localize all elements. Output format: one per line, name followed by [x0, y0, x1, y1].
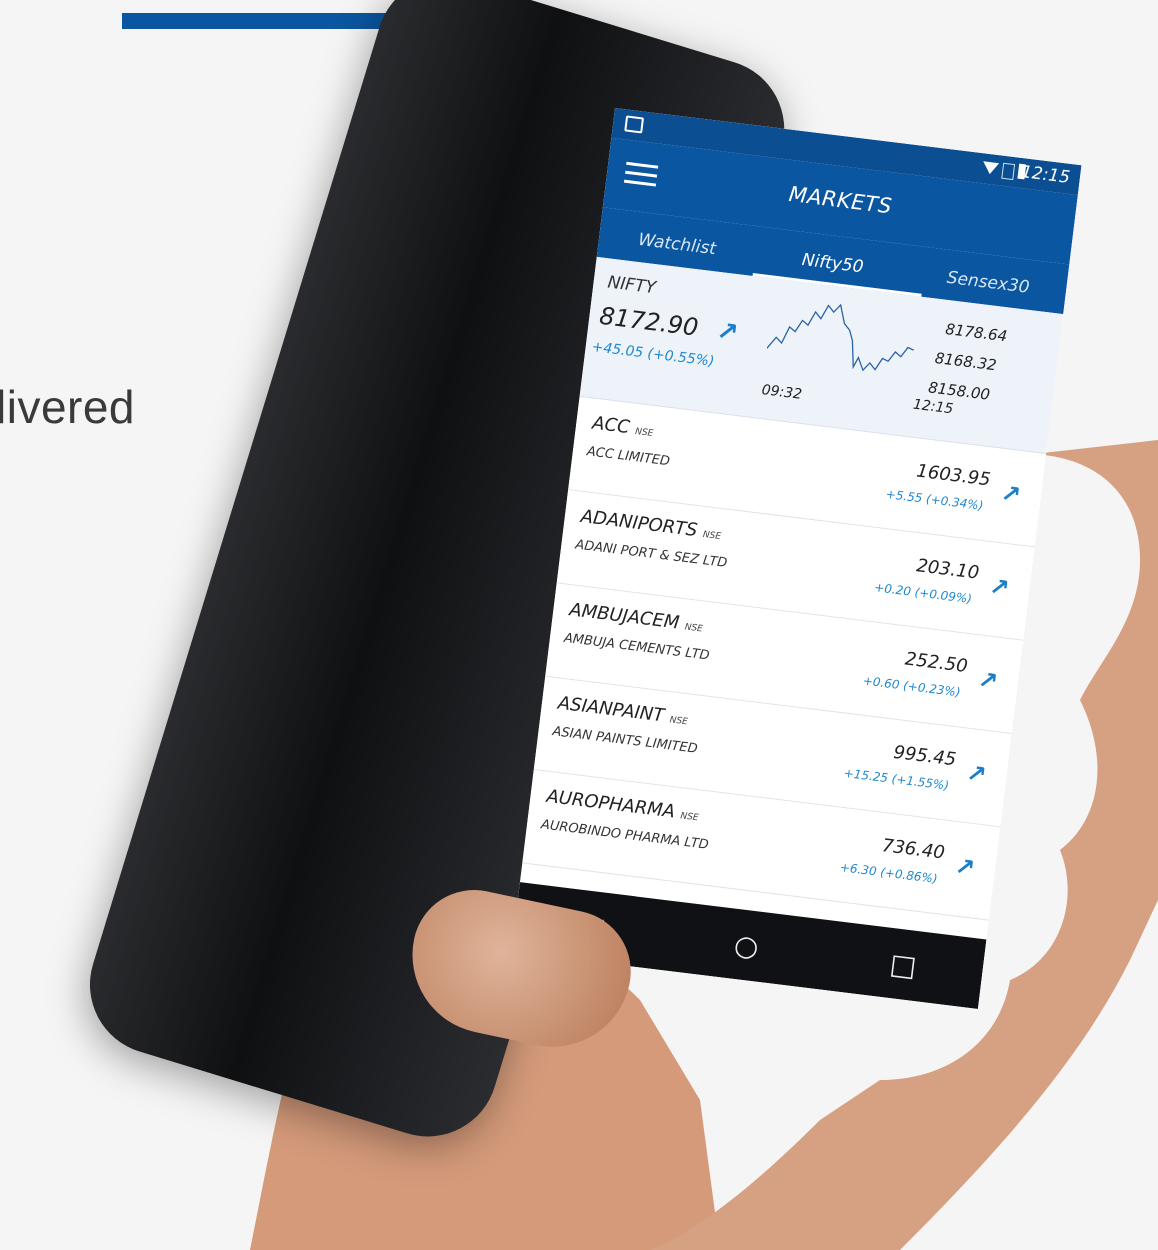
status-time: 12:15: [1020, 162, 1072, 188]
exchange-label: NSE: [679, 811, 700, 824]
arrow-up-right-icon: ↗: [714, 316, 741, 349]
stock-change: +6.30 (+0.86%): [839, 860, 939, 886]
no-sim-icon: [1001, 162, 1016, 181]
index-sparkline: [766, 303, 914, 372]
index-name: NIFTY: [606, 272, 657, 299]
recents-icon[interactable]: □: [888, 947, 918, 983]
stock-price: 1603.95: [915, 460, 992, 491]
stock-symbol: ASIANPAINT: [556, 692, 666, 727]
stock-price: 203.10: [915, 555, 981, 584]
exchange-label: NSE: [702, 529, 722, 543]
stock-symbol: AUROPHARMA: [545, 785, 677, 823]
stock-change: +0.60 (+0.23%): [862, 673, 962, 700]
stock-symbol: AMBUJACEM: [568, 599, 681, 634]
stock-symbol: ACC: [591, 412, 631, 439]
company-name: AMBUJA CEMENTS LTD: [563, 630, 711, 664]
exchange-label: NSE: [684, 622, 704, 635]
company-name: ASIAN PAINTS LIMITED: [551, 724, 699, 757]
company-name: ADANI PORT & SEZ LTD: [574, 537, 728, 571]
arrow-up-right-icon: ↗: [976, 665, 1000, 696]
tab-watchlist[interactable]: Watchlist: [598, 219, 757, 264]
arrow-up-right-icon: ↗: [953, 852, 977, 883]
exchange-label: NSE: [634, 426, 654, 440]
home-icon[interactable]: ○: [732, 927, 760, 963]
index-last: 8168.32: [933, 348, 998, 375]
tab-sensex30[interactable]: Sensex30: [909, 257, 1068, 302]
arrow-up-right-icon: ↗: [999, 478, 1023, 510]
index-value: 8172.90: [597, 301, 700, 342]
image-icon: [624, 115, 645, 134]
stock-change: +0.20 (+0.09%): [873, 580, 973, 607]
stock-price: 995.45: [892, 741, 958, 771]
company-name: ACC LIMITED: [585, 444, 671, 470]
stock-list: ACC NSE ACC LIMITED 1603.95 +5.55 (+0.34%…: [522, 396, 1047, 921]
stock-price: 252.50: [903, 648, 969, 678]
index-high: 8178.64: [944, 319, 1009, 346]
stock-change: +5.55 (+0.34%): [884, 486, 985, 513]
exchange-label: NSE: [669, 715, 689, 728]
index-change: +45.05 (+0.55%): [590, 339, 716, 370]
wifi-icon: [981, 161, 1000, 176]
stock-symbol: ADANIPORTS: [579, 505, 699, 542]
time-end: 12:15: [912, 396, 955, 418]
stock-price: 736.40: [880, 835, 946, 864]
arrow-up-right-icon: ↗: [964, 758, 989, 790]
arrow-up-right-icon: ↗: [987, 572, 1012, 603]
stock-change: +15.25 (+1.55%): [843, 765, 950, 793]
time-start: 09:32: [760, 382, 803, 403]
